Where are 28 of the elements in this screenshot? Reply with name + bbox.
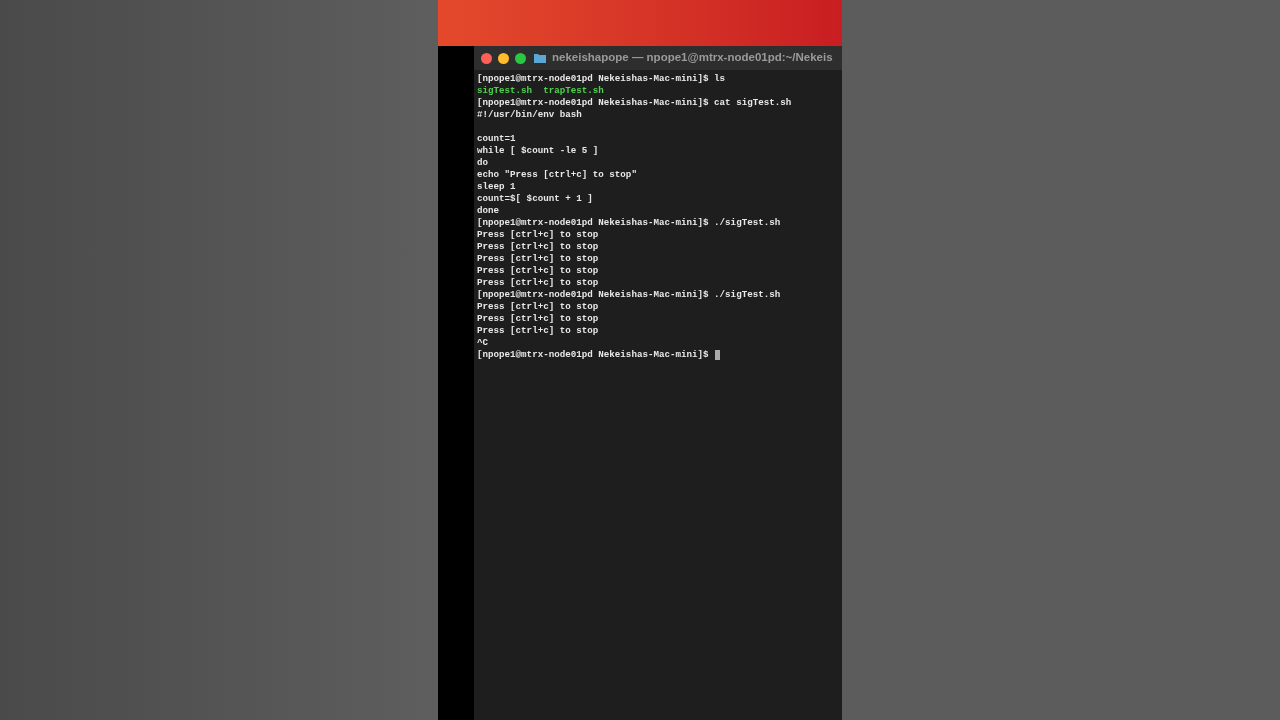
prompt-line: [npope1@mtrx-node01pd Nekeishas-Mac-mini]$ xyxy=(477,349,709,361)
output-line: Press [ctrl+c] to stop xyxy=(477,325,599,337)
output-line: while [ $count -le 5 ] xyxy=(477,145,599,157)
output-line: echo "Press [ctrl+c] to stop" xyxy=(477,169,637,181)
output-line: Press [ctrl+c] to stop xyxy=(477,241,599,253)
close-button[interactable] xyxy=(481,52,492,64)
prompt-line: [npope1@mtrx-node01pd Nekeishas-Mac-mini]$ ./sigTest.sh xyxy=(477,217,781,229)
output-line: do xyxy=(477,157,489,169)
output-line: sleep 1 xyxy=(477,181,516,193)
output-line: done xyxy=(477,205,500,217)
output-line: ^C xyxy=(477,337,489,349)
output-line: #!/usr/bin/env bash xyxy=(477,109,582,121)
output-line: Press [ctrl+c] to stop xyxy=(477,313,599,325)
output-line: Press [ctrl+c] to stop xyxy=(477,253,599,265)
prompt-line: [npope1@mtrx-node01pd Nekeishas-Mac-mini]$ cat sigTest.sh xyxy=(477,97,792,109)
minimize-button[interactable] xyxy=(498,52,509,64)
output-line: sigTest.sh trapTest.sh xyxy=(477,85,604,97)
output-line: Press [ctrl+c] to stop xyxy=(477,265,599,277)
output-line: Press [ctrl+c] to stop xyxy=(477,229,599,241)
output-line: Press [ctrl+c] to stop xyxy=(477,301,599,313)
output-line: count=$[ $count + 1 ] xyxy=(477,193,593,205)
folder-icon xyxy=(534,53,546,63)
prompt-line: [npope1@mtrx-node01pd Nekeishas-Mac-mini]$ ls xyxy=(477,73,726,85)
output-line: Press [ctrl+c] to stop xyxy=(477,277,599,289)
prompt-line: [npope1@mtrx-node01pd Nekeishas-Mac-mini]$ ./sigTest.sh xyxy=(477,289,781,301)
window-title: nekeishapope — npope1@mtrx-node01pd:~/Nekeis xyxy=(552,50,833,66)
output-line: count=1 xyxy=(477,133,516,145)
zoom-button[interactable] xyxy=(515,52,526,64)
